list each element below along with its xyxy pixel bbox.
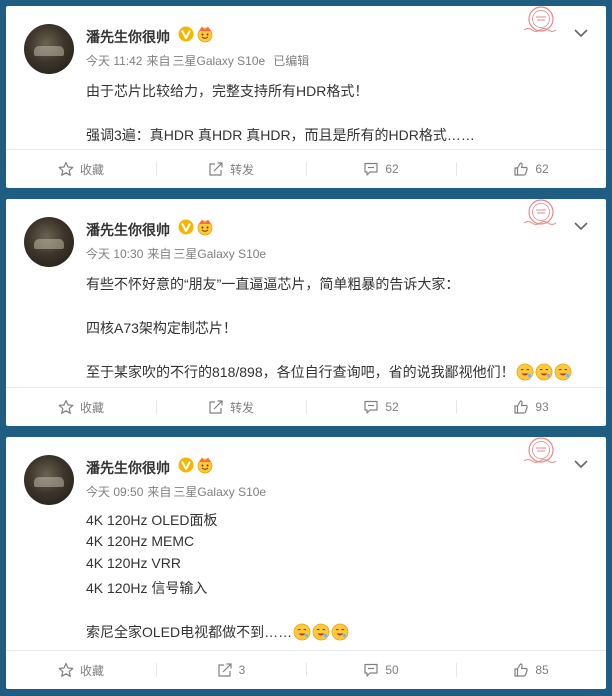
post-text-line: 由于芯片比较给力，完整支持所有HDR格式！ <box>86 83 369 99</box>
postmark-stamp-icon <box>522 6 560 36</box>
comment-count: 62 <box>385 162 399 176</box>
like-button[interactable]: 62 <box>456 150 606 188</box>
post-action-bar: 收藏 转发 62 62 <box>6 149 606 188</box>
comment-icon <box>363 662 379 678</box>
repost-icon <box>208 161 224 177</box>
comment-icon <box>363 399 379 415</box>
member-emoji-badge-icon[interactable] <box>196 218 214 236</box>
drooling-face-emoji-icon <box>293 623 311 641</box>
post-action-bar: 收藏 3 50 85 <box>6 650 606 689</box>
post-text-line: 4K 120Hz MEMC <box>86 533 195 549</box>
username-link[interactable]: 潘先生你很帅 <box>86 220 170 240</box>
comment-button[interactable]: 52 <box>306 388 456 426</box>
post-text-line: 至于某家吹的不行的818/898，各位自行查询吧，省的说我鄙视他们！ <box>86 362 572 382</box>
drooling-face-emoji-icon <box>331 623 349 641</box>
via-prefix: 来自 <box>147 247 172 261</box>
favorite-button[interactable]: 收藏 <box>6 651 156 689</box>
thumbs-up-icon <box>513 399 529 415</box>
via-prefix: 来自 <box>147 485 172 499</box>
repost-count: 3 <box>238 663 246 677</box>
post-text: 至于某家吹的不行的818/898，各位自行查询吧，省的说我鄙视他们！ <box>86 364 515 380</box>
post-meta: 今天 10:30 来自 三星Galaxy S10e <box>86 245 270 262</box>
weibo-post-card: 潘先生你很帅 今天 11:42 来自 三星Galaxy S10e 已编辑 由于芯片比较… <box>6 6 606 188</box>
like-button[interactable]: 93 <box>456 388 606 426</box>
favorite-button[interactable]: 收藏 <box>6 388 156 426</box>
post-action-bar: 收藏 转发 52 93 <box>6 387 606 426</box>
post-text-line: 四核A73架构定制芯片！ <box>86 320 237 336</box>
verified-v-badge-icon[interactable] <box>178 457 194 473</box>
star-icon <box>58 662 74 678</box>
post-text-line: 4K 120Hz 信号输入 <box>86 580 208 596</box>
like-count: 62 <box>535 162 549 176</box>
username-link[interactable]: 潘先生你很帅 <box>86 458 170 478</box>
post-text-line: 4K 120Hz VRR <box>86 555 181 571</box>
like-count: 93 <box>535 400 549 414</box>
chevron-down-icon[interactable] <box>574 28 588 38</box>
repost-button[interactable]: 转发 <box>156 388 306 426</box>
drooling-face-emoji-icon <box>535 363 553 381</box>
drooling-face-emoji-icon <box>312 623 330 641</box>
device-source[interactable]: 三星Galaxy S10e <box>173 54 266 68</box>
comment-button[interactable]: 62 <box>306 150 456 188</box>
favorite-label: 收藏 <box>79 663 104 678</box>
avatar[interactable] <box>24 24 74 74</box>
post-text-line: 4K 120Hz OLED面板 <box>86 512 218 528</box>
weibo-post-card: 潘先生你很帅 今天 10:30 来自 三星Galaxy S10e 有些不怀好意的“朋… <box>6 199 606 426</box>
post-text-line: 有些不怀好意的“朋友”一直逼逼芯片，简单粗暴的告诉大家： <box>86 276 460 292</box>
post-text: 索尼全家OLED电视都做不到…… <box>86 624 293 640</box>
edited-label[interactable]: 已编辑 <box>273 54 309 68</box>
avatar[interactable] <box>24 217 74 267</box>
post-time[interactable]: 今天 10:30 <box>86 247 143 261</box>
device-source[interactable]: 三星Galaxy S10e <box>173 247 266 261</box>
post-text-line: 强调3遍：真HDR 真HDR 真HDR，而且是所有的HDR格式…… <box>86 127 475 143</box>
post-time[interactable]: 今天 11:42 <box>86 54 142 68</box>
drooling-face-emoji-icon <box>554 363 572 381</box>
username-link[interactable]: 潘先生你很帅 <box>86 27 170 47</box>
verified-v-badge-icon[interactable] <box>178 219 194 235</box>
repost-icon <box>208 399 224 415</box>
repost-button[interactable]: 3 <box>156 651 306 689</box>
post-text-line: 索尼全家OLED电视都做不到…… <box>86 622 349 642</box>
chevron-down-icon[interactable] <box>574 221 588 231</box>
comment-count: 52 <box>385 400 399 414</box>
member-emoji-badge-icon[interactable] <box>196 456 214 474</box>
avatar[interactable] <box>24 455 74 505</box>
device-source[interactable]: 三星Galaxy S10e <box>173 485 266 499</box>
star-icon <box>58 399 74 415</box>
post-meta: 今天 09:50 来自 三星Galaxy S10e <box>86 483 270 500</box>
post-meta: 今天 11:42 来自 三星Galaxy S10e 已编辑 <box>86 52 313 69</box>
thumbs-up-icon <box>513 161 529 177</box>
star-icon <box>58 161 74 177</box>
verified-v-badge-icon[interactable] <box>178 26 194 42</box>
via-prefix: 来自 <box>146 54 171 68</box>
repost-button[interactable]: 转发 <box>156 150 306 188</box>
repost-label: 转发 <box>229 162 254 177</box>
favorite-label: 收藏 <box>79 400 104 415</box>
comment-count: 50 <box>385 663 399 677</box>
chevron-down-icon[interactable] <box>574 459 588 469</box>
repost-icon <box>217 662 233 678</box>
favorite-label: 收藏 <box>79 162 104 177</box>
postmark-stamp-icon <box>522 437 560 467</box>
drooling-face-emoji-icon <box>516 363 534 381</box>
post-time[interactable]: 今天 09:50 <box>86 485 143 499</box>
postmark-stamp-icon <box>522 199 560 229</box>
comment-icon <box>363 161 379 177</box>
comment-button[interactable]: 50 <box>306 651 456 689</box>
repost-label: 转发 <box>229 400 254 415</box>
like-button[interactable]: 85 <box>456 651 606 689</box>
favorite-button[interactable]: 收藏 <box>6 150 156 188</box>
thumbs-up-icon <box>513 662 529 678</box>
like-count: 85 <box>535 663 549 677</box>
weibo-post-card: 潘先生你很帅 今天 09:50 来自 三星Galaxy S10e 4K 120Hz … <box>6 437 606 689</box>
member-emoji-badge-icon[interactable] <box>196 25 214 43</box>
